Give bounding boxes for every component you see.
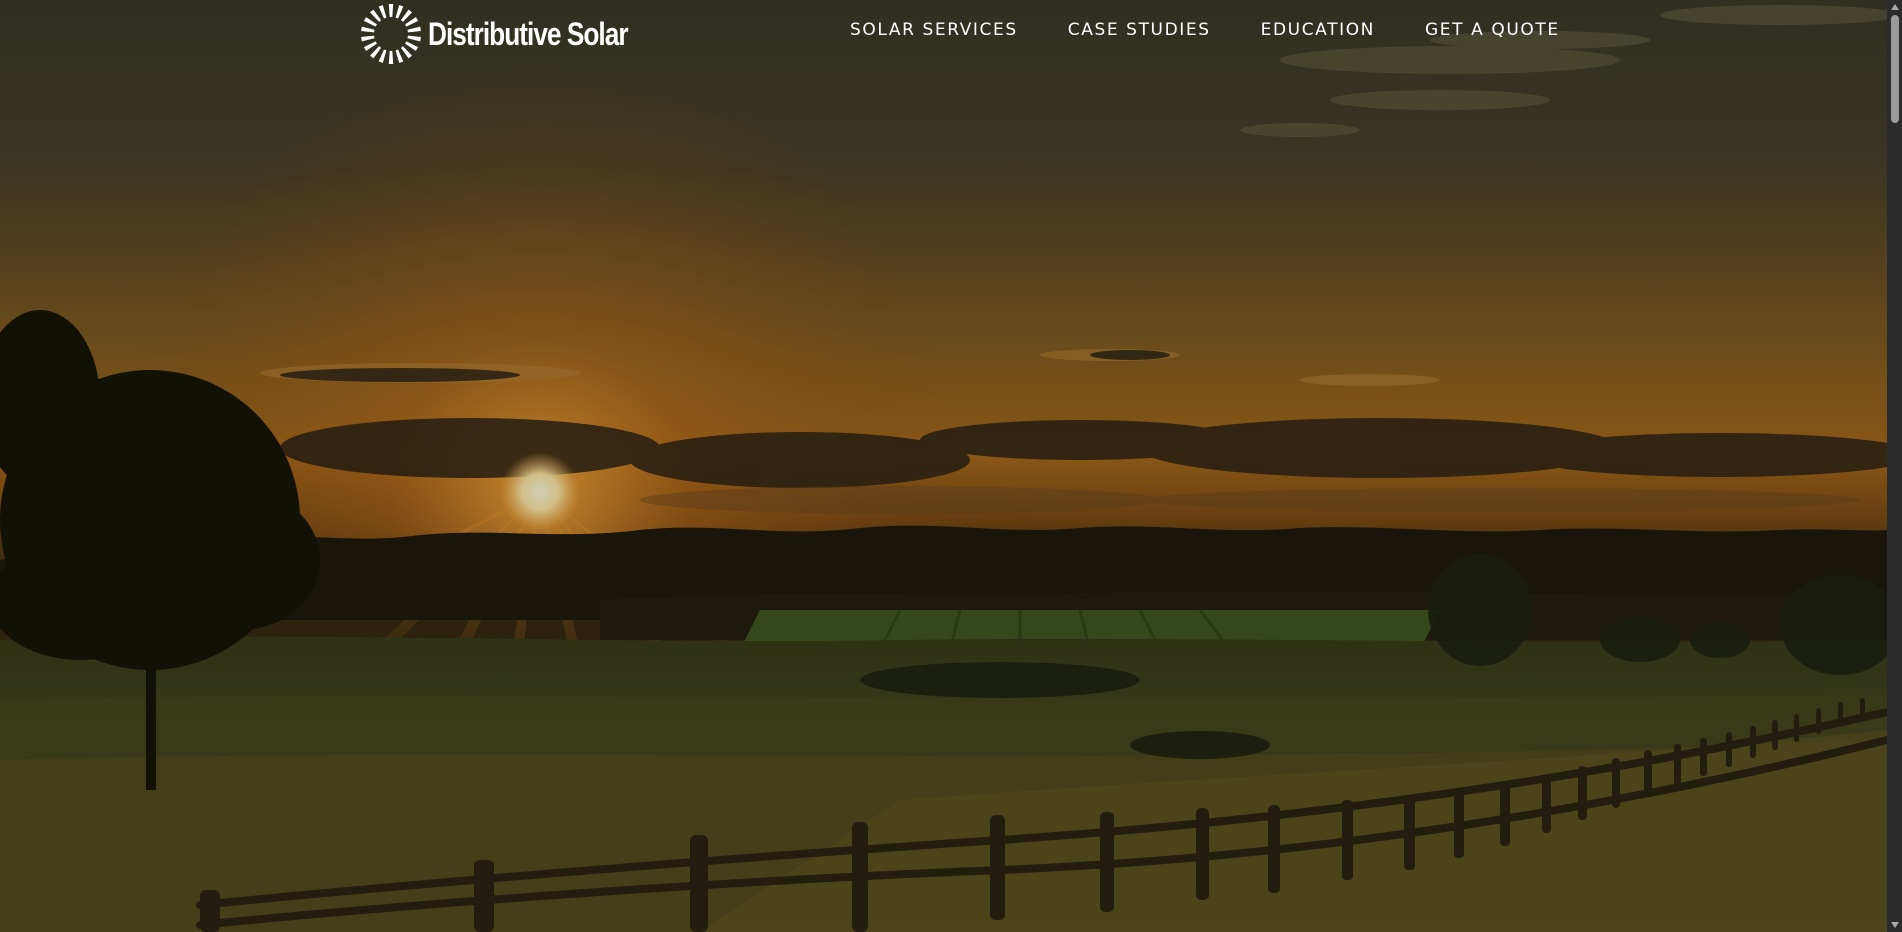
nav-link-case-studies[interactable]: CASE STUDIES bbox=[1068, 20, 1211, 40]
nav-link-education[interactable]: EDUCATION bbox=[1261, 20, 1375, 40]
nav-link-get-a-quote[interactable]: GET A QUOTE bbox=[1425, 20, 1560, 40]
scroll-down-button[interactable] bbox=[1887, 918, 1902, 932]
scrollbar-thumb[interactable] bbox=[1891, 15, 1899, 123]
page: Distributive Solar SOLAR SERVICES CASE S… bbox=[0, 0, 1902, 932]
sun-burst-icon bbox=[361, 4, 421, 64]
logo-link[interactable]: Distributive Solar bbox=[358, 1, 671, 67]
main-nav: SOLAR SERVICES CASE STUDIES EDUCATION GE… bbox=[850, 20, 1560, 40]
scroll-up-button[interactable] bbox=[1887, 0, 1902, 14]
nav-link-solar-services[interactable]: SOLAR SERVICES bbox=[850, 20, 1018, 40]
hero-dark-overlay bbox=[0, 0, 1887, 932]
site-header: Distributive Solar SOLAR SERVICES CASE S… bbox=[0, 0, 1887, 70]
hero-section bbox=[0, 0, 1887, 932]
chevron-down-icon bbox=[1890, 922, 1899, 928]
logo-text: Distributive Solar bbox=[428, 15, 629, 52]
vertical-scrollbar[interactable] bbox=[1887, 0, 1902, 932]
chevron-up-icon bbox=[1890, 4, 1899, 10]
